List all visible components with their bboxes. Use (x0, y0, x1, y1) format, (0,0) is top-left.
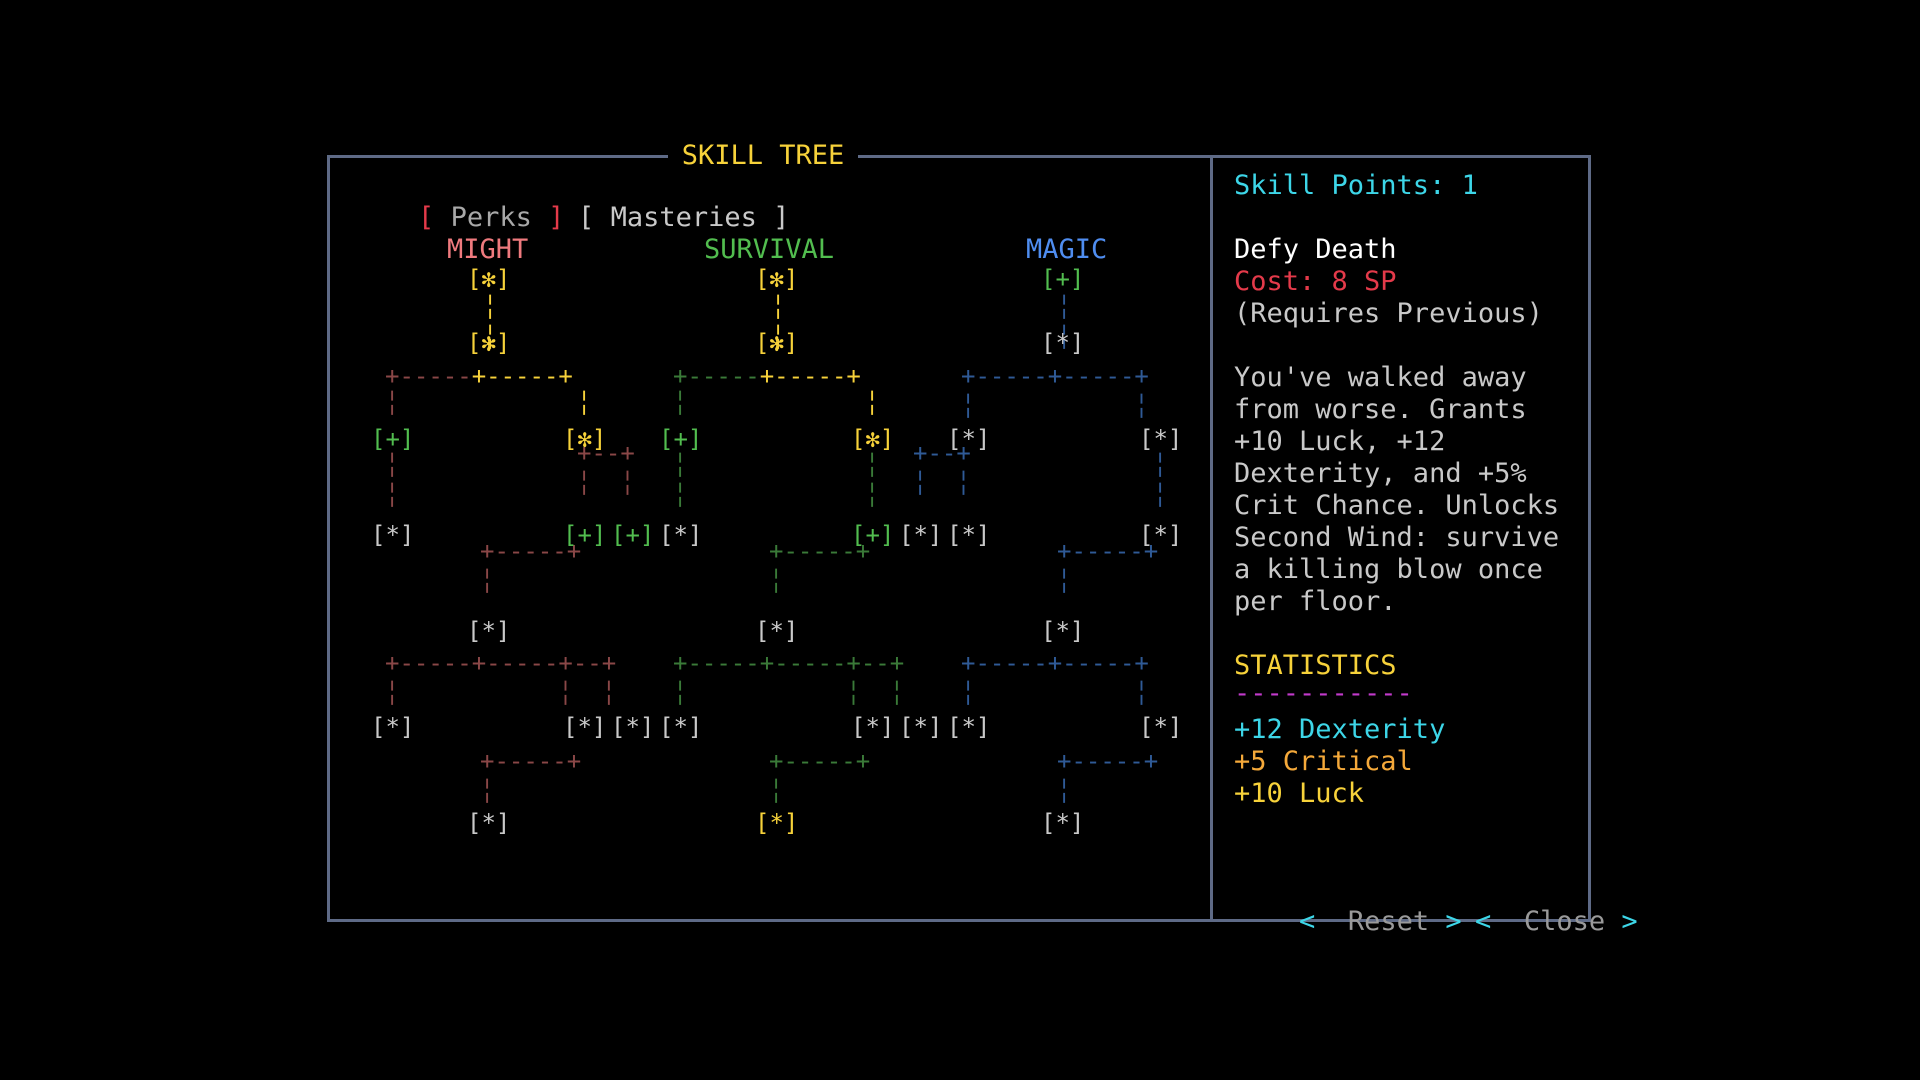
stat-luck: +10 Luck (1234, 778, 1365, 809)
skill-node[interactable]: [*] (755, 616, 798, 646)
connector-line: +-----+ ╎ (480, 747, 582, 805)
skill-node[interactable]: [*] (1041, 616, 1084, 646)
skill-node[interactable]: [*] (1041, 328, 1084, 358)
skill-requirement: (Requires Previous) (1234, 298, 1543, 329)
branch-magic-header: MAGIC (1026, 234, 1108, 265)
description-line: Crit Chance. Unlocks (1234, 490, 1560, 521)
skill-node[interactable]: [*] (371, 712, 414, 742)
connector-line: +-----+-----+ (385, 362, 573, 390)
skill-node[interactable]: [+] (1041, 264, 1084, 294)
skill-node[interactable]: [*] (899, 520, 942, 550)
connector-line: ╎ (865, 389, 880, 417)
description-line: Dexterity, and +5% (1234, 458, 1527, 489)
skill-node[interactable]: [*] (1139, 520, 1182, 550)
skill-node[interactable]: [*] (947, 424, 990, 454)
description-line: from worse. Grants (1234, 394, 1527, 425)
connector-line: +-----+ ╎ (1057, 747, 1159, 805)
description-line: a killing blow once (1234, 554, 1543, 585)
skill-node[interactable]: [✻] (755, 264, 798, 294)
skill-node[interactable]: [*] (899, 712, 942, 742)
reset-left-arrow: < (1299, 906, 1316, 937)
skill-node[interactable]: [*] (611, 712, 654, 742)
description-line: per floor. (1234, 586, 1397, 617)
skill-description: You've walked away from worse. Grants +1… (1234, 362, 1559, 618)
connector-line: ╎ (577, 389, 592, 417)
connector-line: +-----+-----+--+ ╎ ╎ ╎ (673, 649, 905, 707)
skill-points: Skill Points: 1 (1234, 170, 1478, 201)
skill-node[interactable]: [*] (659, 712, 702, 742)
skill-cost: Cost: 8 SP (1234, 266, 1397, 297)
skill-node[interactable]: [+] (851, 520, 894, 550)
connector-line: ╎ ╎ (1153, 451, 1168, 509)
connector-line: +-----+ ╎ (769, 747, 871, 805)
connector-line: +-----+-----+--+ ╎ ╎ ╎ (385, 649, 617, 707)
skill-node[interactable]: [*] (563, 712, 606, 742)
tab-masteries-close-bracket: ] (773, 202, 790, 233)
skill-node[interactable]: [✻] (563, 424, 606, 454)
tab-masteries-open-bracket: [ (578, 202, 595, 233)
description-line: You've walked away (1234, 362, 1527, 393)
skill-node[interactable]: [✻] (755, 328, 798, 358)
stat-dexterity: +12 Dexterity (1234, 714, 1446, 745)
connector-line: ╎ ╎ (865, 451, 880, 509)
close-right-arrow: > (1621, 906, 1638, 937)
skill-node[interactable]: [+] (659, 424, 702, 454)
skill-node[interactable]: [*] (851, 712, 894, 742)
connector-line: ╎ ╎ (385, 451, 400, 509)
stat-critical: +5 Critical (1234, 746, 1413, 777)
connector-line: +-----+-----+ ╎ ╎ (961, 649, 1149, 707)
skill-node[interactable]: [*] (371, 520, 414, 550)
skill-node[interactable]: [+] (563, 520, 606, 550)
skill-node[interactable]: [*] (659, 520, 702, 550)
connector-line: ╎ (673, 389, 688, 417)
skill-node[interactable]: [*] (467, 616, 510, 646)
tab-masteries-label: Masteries (610, 202, 757, 233)
description-line: +10 Luck, +12 (1234, 426, 1446, 457)
branch-survival-header: SURVIVAL (704, 234, 835, 265)
skill-node[interactable]: [*] (947, 520, 990, 550)
skill-node[interactable]: [*] (1041, 808, 1084, 838)
close-label: Close (1523, 906, 1606, 937)
connector-line: ╎ ╎ (673, 451, 688, 509)
skill-tree-window: SKILL TREE [ Perks ] [ Masteries ] MIGHT… (327, 137, 1638, 937)
panel-divider (1210, 158, 1213, 919)
skill-node[interactable]: [*] (947, 712, 990, 742)
close-button[interactable]: < Close > (1410, 874, 1638, 970)
skill-name: Defy Death (1234, 234, 1397, 265)
close-left-arrow: < (1475, 906, 1492, 937)
skill-node[interactable]: [*] (755, 808, 798, 838)
skill-node[interactable]: [*] (1139, 712, 1182, 742)
skill-node[interactable]: [+] (611, 520, 654, 550)
description-line: Second Wind: survive (1234, 522, 1560, 553)
skill-node[interactable]: [+] (371, 424, 414, 454)
skill-node[interactable]: [✻] (467, 328, 510, 358)
connector-line: +-----+-----+ (673, 362, 861, 390)
skill-node[interactable]: [✻] (851, 424, 894, 454)
skill-node[interactable]: [✻] (467, 264, 510, 294)
skill-node[interactable]: [*] (1139, 424, 1182, 454)
connector-line: +-----+-----+ ╎ ╎ (961, 362, 1149, 420)
skill-node[interactable]: [*] (467, 808, 510, 838)
statistics-divider: ----------- (1234, 678, 1413, 709)
branch-might-header: MIGHT (447, 234, 529, 265)
tab-perks-open-bracket: [ (418, 202, 435, 233)
connector-line: ╎ (385, 389, 400, 417)
